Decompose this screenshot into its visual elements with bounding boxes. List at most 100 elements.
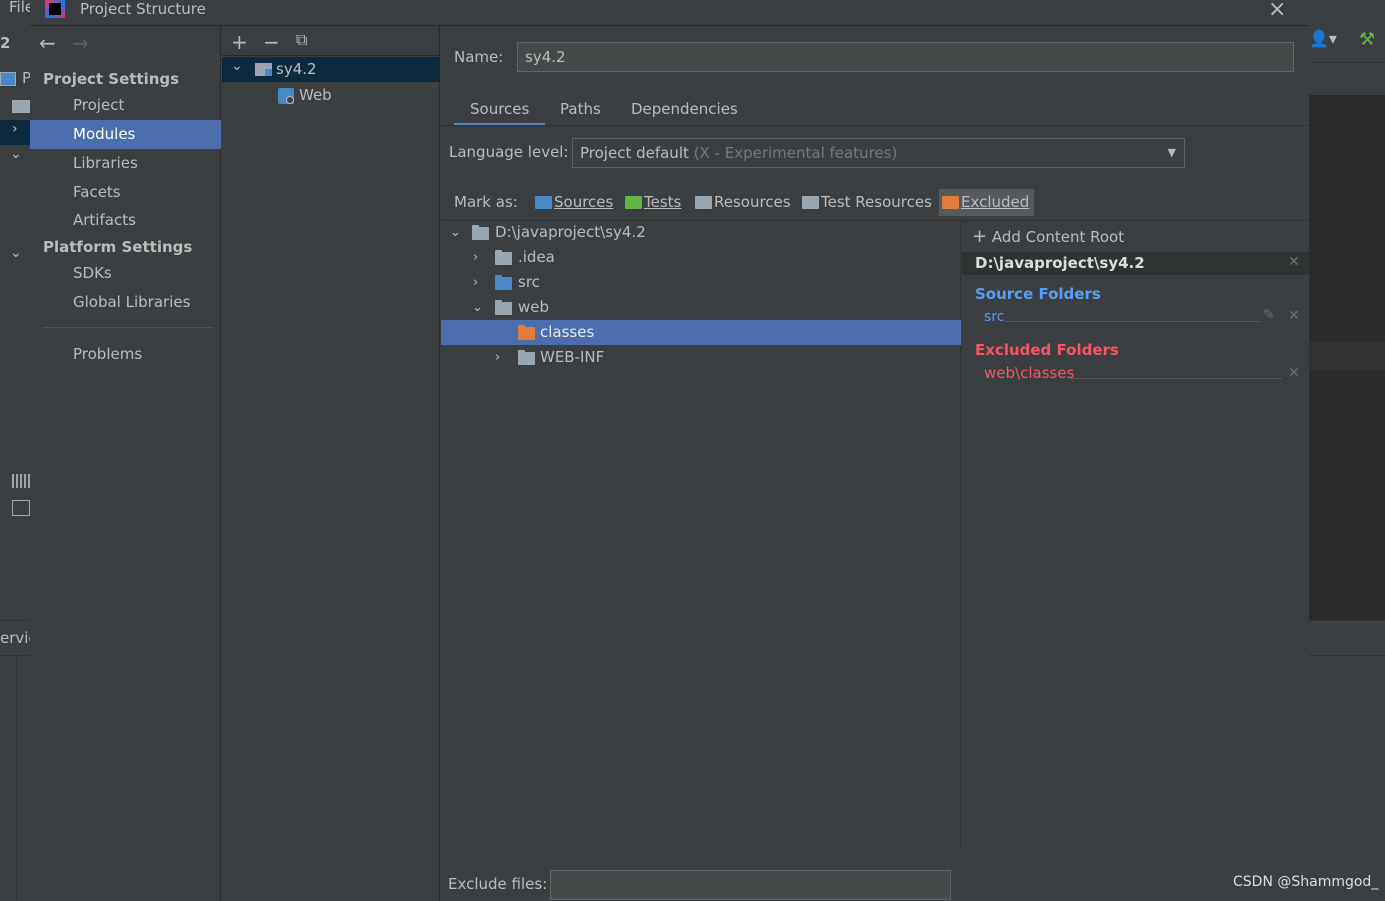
excluded-folder-icon [518,325,535,340]
tree-row-web[interactable]: ⌄ web [441,295,961,320]
tree-row-classes[interactable]: classes [441,320,961,345]
nav-item-facets[interactable]: Facets [30,178,221,207]
excluded-folders-title: Excluded Folders [975,341,1119,359]
name-label: Name: [454,48,504,66]
project-icon[interactable] [0,72,16,86]
chevron-right-icon[interactable]: › [495,345,500,370]
resources-folder-icon [695,196,712,209]
exclude-files-input[interactable] [550,870,951,900]
user-icon[interactable]: 👤▾ [1309,29,1337,48]
test-resources-folder-icon [802,196,819,209]
language-level-label: Language level: [449,143,569,161]
tab-dependencies[interactable]: Dependencies [615,98,754,126]
plus-icon: + [972,226,988,247]
remove-root-icon[interactable]: ✕ [1288,254,1300,270]
nav-item-libraries[interactable]: Libraries [30,149,221,178]
tree-classes-label: classes [540,323,595,341]
platform-settings-heading: Platform Settings [43,238,193,256]
divider [16,656,17,901]
back-arrow-icon[interactable]: ← [39,31,56,55]
tree-idea-label: .idea [518,248,555,266]
dotted-leader [1005,321,1260,322]
module-folder-icon [255,63,272,76]
mark-sources-button[interactable]: Sources [532,189,618,216]
forward-arrow-icon[interactable]: → [72,31,89,55]
watermark: CSDN @Shammgod_ [1233,874,1379,890]
excluded-folder-icon [942,196,959,209]
tab-sources[interactable]: Sources [454,98,546,126]
dialog-titlebar [30,0,1309,26]
source-folder-icon [495,275,512,290]
chevron-down-icon[interactable]: ⌄ [10,146,22,162]
edit-pencil-icon[interactable]: ✎ [1263,307,1275,323]
remove-icon[interactable]: − [263,30,280,54]
tab-paths[interactable]: Paths [544,98,617,126]
tree-web-label: web [518,298,550,316]
nav-item-global-libraries[interactable]: Global Libraries [30,288,221,317]
database-icon[interactable] [12,500,30,516]
close-icon[interactable]: × [1268,0,1286,22]
mark-resources-button[interactable]: Resources [692,189,796,216]
module-list-panel [222,26,440,901]
sources-folder-icon [535,196,552,209]
add-content-root-button[interactable]: + Add Content Root [972,226,1124,247]
remove-excluded-icon[interactable]: ✕ [1288,365,1300,381]
ide-editor-highlight [1309,342,1385,370]
nav-divider [43,327,213,328]
copy-icon[interactable]: ⧉ [296,30,307,50]
web-facet-icon [278,88,294,104]
chevron-down-icon[interactable]: ⌄ [10,245,22,261]
content-root-path: D:\javaproject\sy4.2 [975,254,1145,272]
web-facet-label[interactable]: Web [299,86,332,104]
project-settings-heading: Project Settings [43,70,180,88]
chevron-right-icon[interactable]: › [12,121,18,137]
chevron-down-icon[interactable]: ⌄ [472,295,483,320]
folder-icon [495,250,512,265]
ide-right-toolbar: 👤▾ ⚒ [1309,25,1385,63]
name-field[interactable]: sy4.2 [517,42,1294,72]
chevron-right-icon[interactable]: › [473,245,478,270]
exclude-files-label: Exclude files: [448,875,548,893]
tree-row-idea[interactable]: › .idea [441,245,961,270]
folder-icon [472,225,489,240]
chevron-down-icon[interactable]: ⌄ [231,58,243,74]
remove-source-icon[interactable]: ✕ [1288,308,1300,324]
build-hammer-icon[interactable]: ⚒ [1359,29,1375,50]
chevron-right-icon[interactable]: › [473,270,478,295]
folder-icon [12,100,30,113]
tests-folder-icon [625,196,642,209]
mark-test-resources-button[interactable]: Test Resources [799,189,937,216]
folder-icon [518,350,535,365]
language-level-hint: (X - Experimental features) [693,144,898,162]
add-icon[interactable]: + [231,30,248,54]
source-folders-title: Source Folders [975,285,1101,303]
tree-root-label: D:\javaproject\sy4.2 [495,223,646,241]
nav-item-artifacts[interactable]: Artifacts [30,206,221,235]
tree-src-label: src [518,273,540,291]
ide-left-strip: File 2 P › ⌄ ⌄ ervic [0,0,37,901]
module-toolbar [222,26,440,56]
services-bar: ervic [0,620,37,656]
ide-number: 2 [0,34,11,52]
mark-tests-button[interactable]: Tests [622,189,686,216]
nav-item-problems[interactable]: Problems [30,340,221,369]
folder-icon [495,300,512,315]
mark-as-label: Mark as: [454,193,518,211]
nav-item-sdks[interactable]: SDKs [30,259,221,288]
language-level-dropdown[interactable]: Project default (X - Experimental featur… [572,138,1185,168]
tree-row-root[interactable]: ⌄ D:\javaproject\sy4.2 [441,220,961,245]
excluded-folder-item[interactable]: web\classes [984,364,1074,382]
intellij-logo-icon [45,0,65,18]
source-folder-item[interactable]: src [984,309,1004,325]
tree-row-webinf[interactable]: › WEB-INF [441,345,961,370]
dialog-title: Project Structure [80,0,206,18]
dotted-leader [1071,378,1281,379]
chevron-down-icon[interactable]: ⌄ [450,220,461,245]
nav-item-project[interactable]: Project [30,91,221,120]
tree-row-src[interactable]: › src [441,270,961,295]
mark-excluded-button[interactable]: Excluded [939,189,1035,216]
language-level-value: Project default [580,144,689,162]
nav-item-modules[interactable]: Modules [30,120,221,149]
module-name[interactable]: sy4.2 [276,60,317,78]
chart-icon[interactable] [12,474,30,488]
